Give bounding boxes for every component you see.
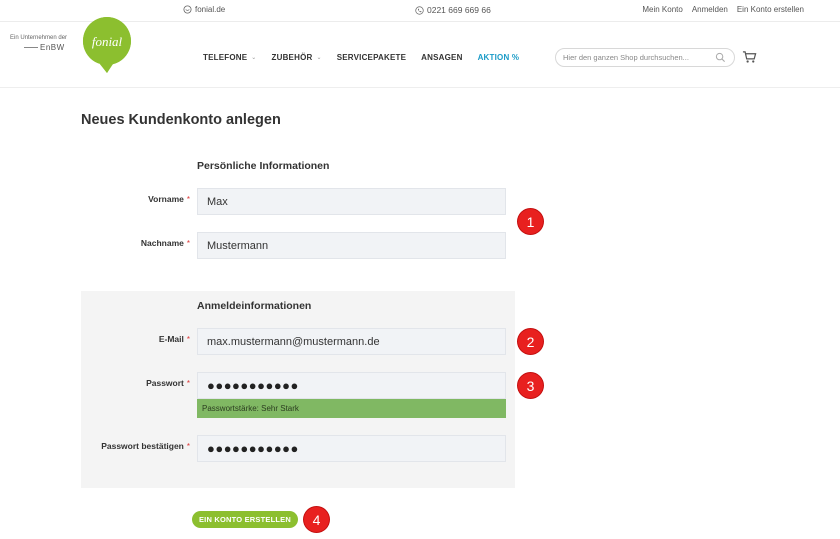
annotation-marker-4: 4 bbox=[304, 507, 329, 532]
create-account-button[interactable]: EIN KONTO ERSTELLEN bbox=[192, 511, 298, 528]
search-icon[interactable] bbox=[715, 52, 726, 63]
email-label: E-Mail * bbox=[158, 334, 190, 344]
nav-item-telefone[interactable]: TELEFONE ⌄ bbox=[203, 53, 257, 62]
my-account-link[interactable]: Mein Konto bbox=[642, 5, 682, 14]
enbw-brand: EnBW bbox=[40, 43, 65, 52]
login-link[interactable]: Anmelden bbox=[692, 5, 728, 14]
lastname-field[interactable]: Mustermann bbox=[197, 232, 506, 259]
password-field[interactable]: ●●●●●●●●●●● bbox=[197, 372, 506, 399]
nav-item-zubehoer[interactable]: ZUBEHÖR ⌄ bbox=[272, 53, 322, 62]
chevron-down-icon: ⌄ bbox=[251, 55, 257, 61]
chevron-down-icon: ⌄ bbox=[316, 55, 322, 61]
globe-icon bbox=[183, 5, 192, 14]
phone-number: 0221 669 669 66 bbox=[427, 5, 491, 15]
create-account-link[interactable]: Ein Konto erstellen bbox=[737, 5, 804, 14]
annotation-marker-3: 3 bbox=[518, 373, 543, 398]
password-label: Passwort * bbox=[146, 378, 190, 388]
cart-icon[interactable] bbox=[742, 50, 757, 64]
nav-item-aktion[interactable]: AKTION % bbox=[478, 53, 520, 62]
annotation-marker-2: 2 bbox=[518, 329, 543, 354]
phone-icon bbox=[415, 5, 424, 15]
email-field[interactable]: max.mustermann@mustermann.de bbox=[197, 328, 506, 355]
page-title: Neues Kundenkonto anlegen bbox=[81, 112, 281, 128]
annotation-marker-1: 1 bbox=[518, 209, 543, 234]
phone-link[interactable]: 0221 669 669 66 bbox=[415, 5, 491, 15]
site-link[interactable]: fonial.de bbox=[183, 5, 225, 14]
search-box bbox=[555, 48, 735, 67]
nav-item-servicepakete[interactable]: SERVICEPAKETE bbox=[337, 53, 406, 62]
password-strength-meter: Passwortstärke: Sehr Stark bbox=[197, 399, 506, 418]
site-header: Ein Unternehmen der EnBW fonial TELEFONE… bbox=[0, 17, 840, 88]
firstname-field[interactable]: Max bbox=[197, 188, 506, 215]
fonial-logo[interactable]: fonial bbox=[81, 15, 133, 75]
login-info-heading: Anmeldeinformationen bbox=[197, 300, 312, 312]
logo-text: fonial bbox=[92, 34, 123, 49]
confirm-password-label: Passwort bestätigen * bbox=[101, 441, 190, 451]
site-label: fonial.de bbox=[195, 5, 226, 14]
search-input[interactable] bbox=[563, 53, 713, 62]
lastname-label: Nachname * bbox=[140, 238, 190, 248]
nav-item-ansagen[interactable]: ANSAGEN bbox=[421, 53, 462, 62]
enbw-tagline: Ein Unternehmen der bbox=[10, 35, 68, 41]
confirm-password-field[interactable]: ●●●●●●●●●●● bbox=[197, 435, 506, 462]
personal-info-heading: Persönliche Informationen bbox=[197, 160, 330, 172]
main-nav: TELEFONE ⌄ ZUBEHÖR ⌄ SERVICEPAKETE ANSAGEN… bbox=[203, 53, 519, 62]
enbw-badge: Ein Unternehmen der EnBW bbox=[10, 34, 67, 52]
firstname-label: Vorname * bbox=[148, 194, 190, 204]
